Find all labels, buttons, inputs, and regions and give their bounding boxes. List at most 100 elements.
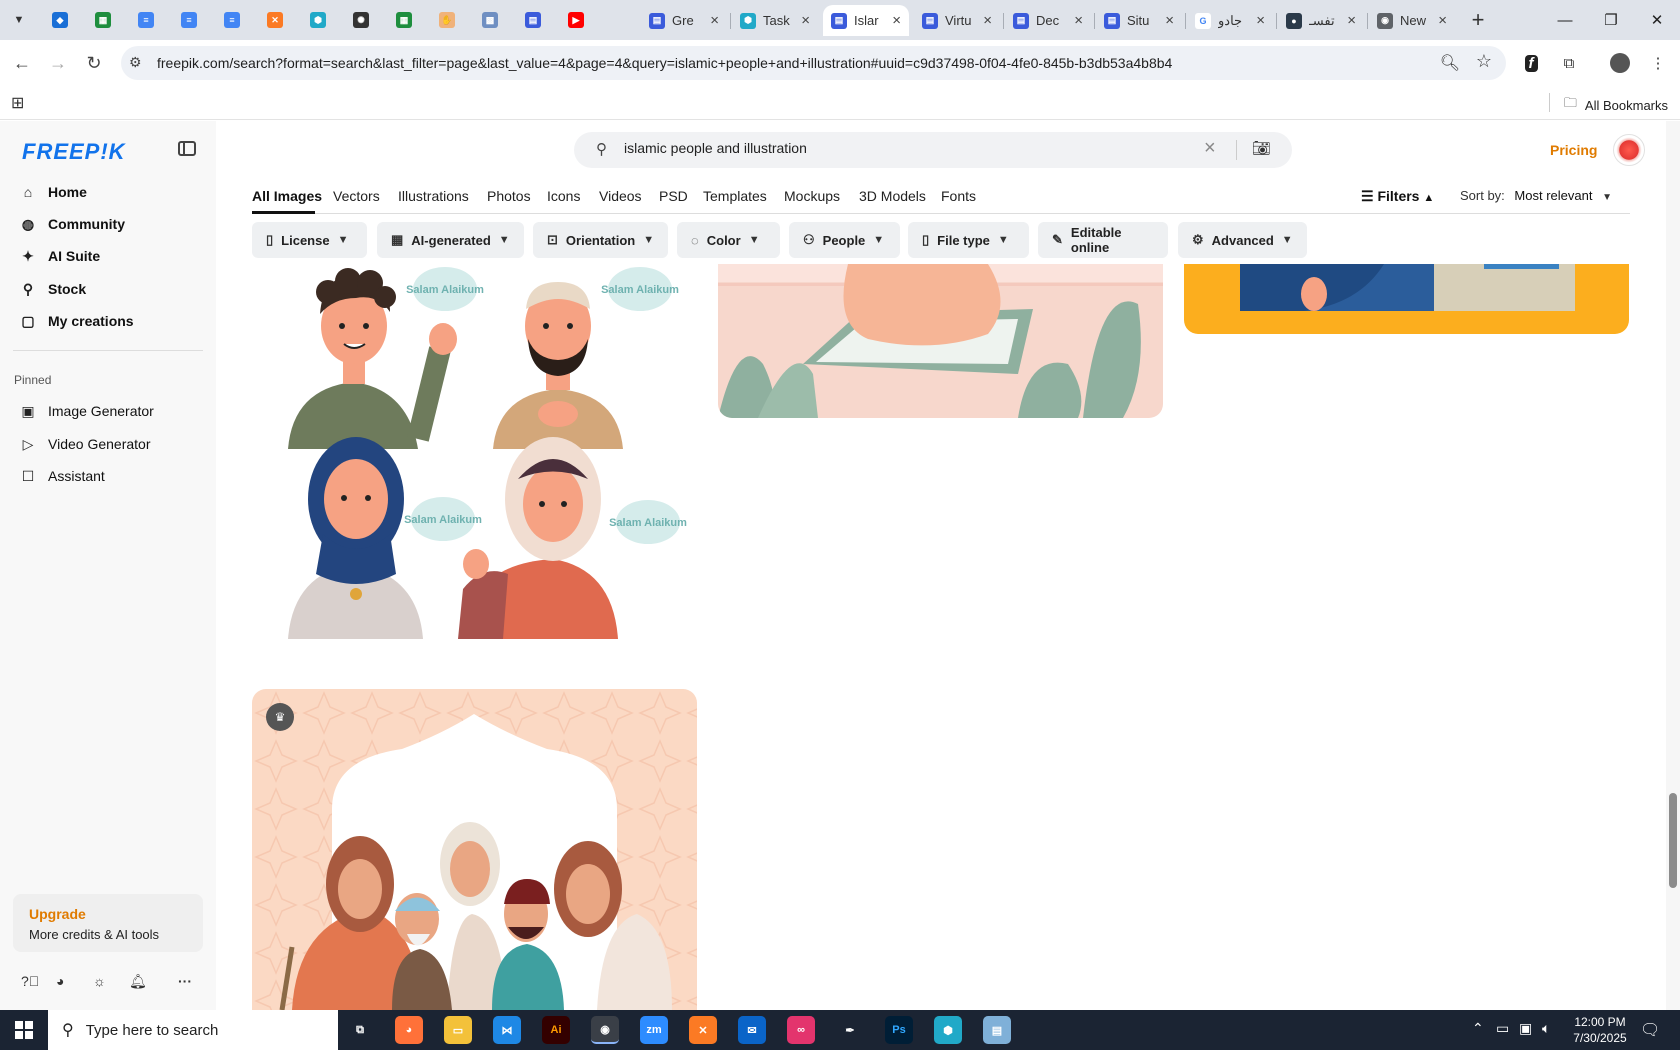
close-window-button[interactable]: ✕ bbox=[1635, 6, 1679, 34]
url-text[interactable]: freepik.com/search?format=search&last_fi… bbox=[157, 55, 1172, 71]
browser-tab[interactable]: G جادو × bbox=[1187, 5, 1273, 36]
result-image-blue-character[interactable] bbox=[1184, 264, 1629, 334]
pinned-item-image-generator[interactable]: ▣ Image Generator bbox=[20, 399, 153, 423]
tab-all-images[interactable]: All Images bbox=[252, 188, 322, 204]
pinned-tab[interactable]: ▦ bbox=[90, 8, 116, 32]
tab-templates[interactable]: Templates bbox=[703, 188, 767, 204]
result-image-salam-characters[interactable]: Salam Alaikum Salam Alaikum Salam Alaiku… bbox=[268, 264, 688, 639]
sidebar-toggle-icon[interactable] bbox=[178, 141, 196, 156]
filter-editable-online[interactable]: ✎ Editable online bbox=[1038, 222, 1168, 258]
taskbar-outlook-button[interactable]: ✉ bbox=[738, 1016, 766, 1044]
pinned-tab[interactable]: ▶ bbox=[563, 8, 589, 32]
notifications-bell-icon[interactable]: 🔔︎ bbox=[129, 973, 147, 990]
browser-tab[interactable]: ◉ New × bbox=[1369, 5, 1455, 36]
browser-tab[interactable]: ▤ Gre × bbox=[641, 5, 727, 36]
browser-menu-icon[interactable]: ⋮ bbox=[1645, 50, 1671, 76]
pinned-tab[interactable]: ◆ bbox=[47, 8, 73, 32]
filter-license[interactable]: ▯ License ▼ bbox=[252, 222, 367, 258]
pinned-tab[interactable]: ✺ bbox=[348, 8, 374, 32]
taskbar-pen-button[interactable]: ✒ bbox=[836, 1016, 864, 1044]
filters-button[interactable]: ☰ Filters ▲ bbox=[1361, 188, 1434, 205]
close-tab-icon[interactable]: × bbox=[1256, 13, 1265, 28]
new-tab-button[interactable]: + bbox=[1465, 7, 1491, 33]
pinned-item-video-generator[interactable]: ▷ Video Generator bbox=[20, 432, 151, 456]
back-button[interactable]: ← bbox=[8, 49, 36, 77]
taskbar-firefox-button[interactable]: ◕ bbox=[395, 1016, 423, 1044]
tab-photos[interactable]: Photos bbox=[487, 188, 531, 204]
browser-tab[interactable]: ▤ Situ × bbox=[1096, 5, 1182, 36]
site-info-icon[interactable]: ⚙ bbox=[129, 54, 142, 71]
sidebar-item-ai-suite[interactable]: ✦ AI Suite bbox=[20, 244, 100, 268]
pinned-tab[interactable]: ⬢ bbox=[305, 8, 331, 32]
result-image-prayer[interactable] bbox=[718, 264, 1163, 418]
pinned-tab[interactable]: ≡ bbox=[133, 8, 159, 32]
browser-tab[interactable]: ● تفسـ × bbox=[1278, 5, 1364, 36]
browser-tab[interactable]: ▤ Islar × bbox=[823, 5, 909, 36]
tab-illustrations[interactable]: Illustrations bbox=[398, 188, 469, 204]
sort-dropdown[interactable]: Sort by: Most relevant ▼ bbox=[1460, 188, 1612, 203]
pricing-link[interactable]: Pricing bbox=[1550, 142, 1597, 158]
network-icon[interactable]: ▣ bbox=[1519, 1020, 1532, 1037]
upgrade-card[interactable]: Upgrade More credits & AI tools bbox=[13, 894, 203, 952]
sidebar-item-my-creations[interactable]: ▢ My creations bbox=[20, 309, 133, 333]
taskbar-xampp-button[interactable]: ✕ bbox=[689, 1016, 717, 1044]
browser-tab[interactable]: ⬢ Task × bbox=[732, 5, 818, 36]
zoom-icon[interactable]: 🔍︎ bbox=[1440, 53, 1460, 73]
minimize-button[interactable]: — bbox=[1543, 6, 1587, 34]
filter-orientation[interactable]: ⊡ Orientation ▼ bbox=[533, 222, 668, 258]
browser-tab[interactable]: ▤ Dec × bbox=[1005, 5, 1091, 36]
clear-search-icon[interactable]: × bbox=[1204, 137, 1216, 160]
profile-avatar[interactable] bbox=[1607, 50, 1633, 76]
taskbar-search-box[interactable]: ⚲ Type here to search bbox=[48, 1010, 338, 1050]
tray-chevron-up-icon[interactable]: ⌃ bbox=[1472, 1020, 1484, 1037]
camera-search-icon[interactable]: 📷︎ bbox=[1252, 139, 1271, 157]
filter-advanced[interactable]: ⚙ Advanced ▼ bbox=[1178, 222, 1307, 258]
theme-sun-icon[interactable]: ☼ bbox=[93, 973, 106, 989]
search-input[interactable] bbox=[624, 140, 1224, 156]
taskbar-vscode-button[interactable]: ⋈ bbox=[493, 1016, 521, 1044]
pinned-tab[interactable]: ✋ bbox=[434, 8, 460, 32]
tab-icons[interactable]: Icons bbox=[547, 188, 580, 204]
taskbar-file-explorer-button[interactable]: ▭ bbox=[444, 1016, 472, 1044]
filter-file-type[interactable]: ▯ File type ▼ bbox=[908, 222, 1029, 258]
tab-psd[interactable]: PSD bbox=[659, 188, 688, 204]
all-bookmarks-button[interactable]: 🗀 All Bookmarks bbox=[1564, 94, 1668, 116]
result-image-muslim-group[interactable]: ♛ bbox=[252, 689, 697, 1010]
apps-grid-icon[interactable]: ⊞ bbox=[11, 93, 24, 113]
extensions-puzzle-icon[interactable]: ⧉ bbox=[1556, 50, 1582, 76]
taskbar-polygon-button[interactable]: ⬢ bbox=[934, 1016, 962, 1044]
browser-tab[interactable]: ▤ Virtu × bbox=[914, 5, 1000, 36]
close-tab-icon[interactable]: × bbox=[710, 13, 719, 28]
notification-center-icon[interactable]: 🗨︎ bbox=[1640, 1020, 1660, 1040]
close-tab-icon[interactable]: × bbox=[801, 13, 810, 28]
sidebar-item-stock[interactable]: ⚲ Stock bbox=[20, 277, 86, 301]
tray-device-icon[interactable]: ▭ bbox=[1496, 1020, 1509, 1037]
tab-search-dropdown[interactable]: ▼ bbox=[6, 8, 32, 32]
discord-icon[interactable]: ◕ bbox=[56, 973, 64, 989]
taskbar-illustrator-button[interactable]: Ai bbox=[542, 1016, 570, 1044]
close-tab-icon[interactable]: × bbox=[1347, 13, 1356, 28]
tab-videos[interactable]: Videos bbox=[599, 188, 642, 204]
close-tab-icon[interactable]: × bbox=[983, 13, 992, 28]
user-avatar[interactable] bbox=[1613, 134, 1645, 166]
taskbar-notepad-button[interactable]: ▤ bbox=[983, 1016, 1011, 1044]
taskbar-task-view-button[interactable]: ⧉ bbox=[346, 1016, 374, 1044]
filter-color[interactable]: ◌ Color ▼ bbox=[677, 222, 780, 258]
volume-icon[interactable]: 🔈︎ bbox=[1542, 1020, 1550, 1037]
taskbar-creative-cloud-button[interactable]: ∞ bbox=[787, 1016, 815, 1044]
omnibox[interactable]: ⚙ freepik.com/search?format=search&last_… bbox=[121, 46, 1506, 80]
close-tab-icon[interactable]: × bbox=[892, 13, 901, 28]
sidebar-item-home[interactable]: ⌂ Home bbox=[20, 180, 87, 204]
taskbar-clock[interactable]: 12:00 PM 7/30/2025 bbox=[1555, 1014, 1645, 1046]
pinned-tab[interactable]: ▦ bbox=[391, 8, 417, 32]
start-button[interactable] bbox=[0, 1010, 48, 1050]
close-tab-icon[interactable]: × bbox=[1165, 13, 1174, 28]
extension-f-icon[interactable]: f bbox=[1518, 50, 1544, 76]
taskbar-zoom-button[interactable]: zm bbox=[640, 1016, 668, 1044]
tab-fonts[interactable]: Fonts bbox=[941, 188, 976, 204]
more-options-icon[interactable]: ··· bbox=[178, 973, 192, 989]
close-tab-icon[interactable]: × bbox=[1074, 13, 1083, 28]
restore-button[interactable]: ❐ bbox=[1589, 6, 1633, 34]
pinned-tab[interactable]: ≡ bbox=[219, 8, 245, 32]
scrollbar-thumb[interactable] bbox=[1669, 793, 1677, 888]
